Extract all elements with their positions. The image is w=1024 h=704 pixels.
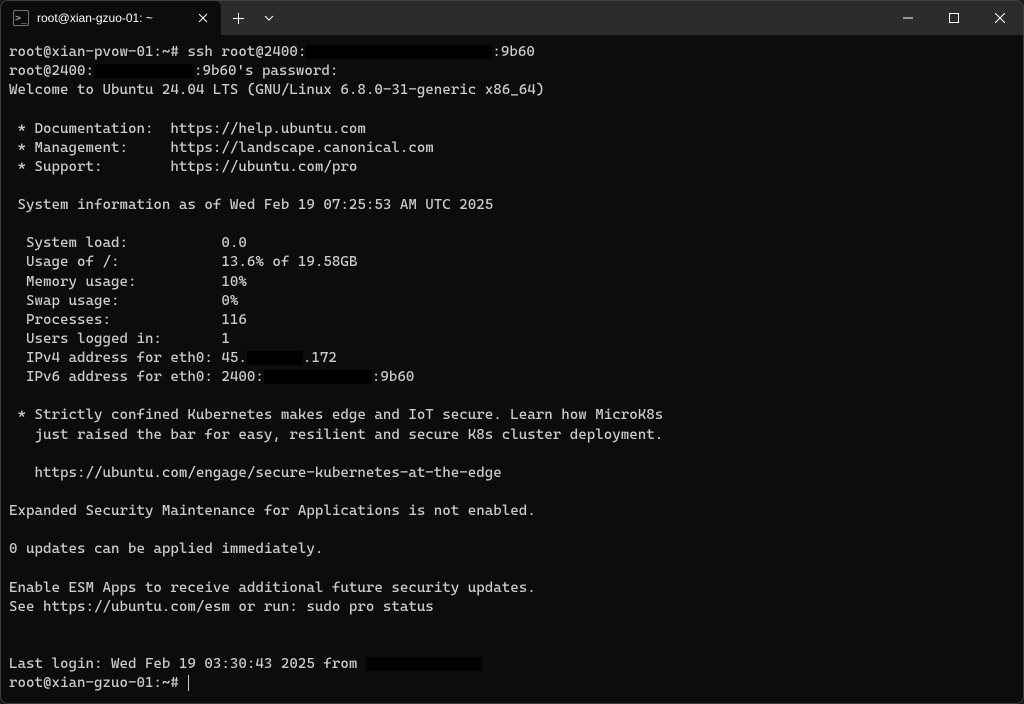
stat-procs: Processes: 116 (9, 312, 247, 328)
new-tab-button[interactable] (221, 1, 255, 35)
tab-active[interactable]: >_ root@xian-gzuo-01: ~ (1, 1, 221, 35)
redacted-ip (247, 351, 303, 365)
k8s-line-2: just raised the bar for easy, resilient … (9, 427, 663, 443)
prompt-line: root@xian-pvow-01:~# ssh root@2400::9b60 (9, 44, 535, 60)
stat-usage: Usage of /: 13.6% of 19.58GB (9, 254, 357, 270)
k8s-line-1: * Strictly confined Kubernetes makes edg… (9, 407, 663, 423)
stat-ipv4: IPv4 address for eth0: 45..172 (9, 350, 337, 366)
doc-link-line: * Documentation: https://help.ubuntu.com (9, 121, 366, 137)
stat-swap: Swap usage: 0% (9, 293, 238, 309)
tab-close-button[interactable] (195, 10, 211, 26)
sysinfo-header: System information as of Wed Feb 19 07:2… (9, 197, 493, 213)
tab-dropdown-button[interactable] (255, 1, 283, 35)
stat-ipv6: IPv6 address for eth0: 2400::9b60 (9, 369, 414, 385)
close-window-button[interactable] (977, 1, 1023, 35)
stat-load: System load: 0.0 (9, 235, 247, 251)
close-icon (995, 13, 1005, 23)
cursor (188, 675, 189, 691)
stat-mem: Memory usage: 10% (9, 274, 247, 290)
mgmt-link-line: * Management: https://landscape.canonica… (9, 140, 434, 156)
welcome-line: Welcome to Ubuntu 24.04 LTS (GNU/Linux 6… (9, 82, 544, 98)
redacted-ip (264, 370, 372, 384)
minimize-button[interactable] (885, 1, 931, 35)
esm-line: Expanded Security Maintenance for Applic… (9, 503, 536, 519)
minimize-icon (903, 13, 913, 23)
maximize-button[interactable] (931, 1, 977, 35)
esm-enable-1: Enable ESM Apps to receive additional fu… (9, 580, 536, 596)
terminal-window: >_ root@xian-gzuo-01: ~ (0, 0, 1024, 704)
titlebar-left: >_ root@xian-gzuo-01: ~ (1, 1, 283, 35)
close-icon (198, 13, 208, 23)
redacted-ip (94, 64, 194, 78)
maximize-icon (949, 13, 959, 23)
last-login-line: Last login: Wed Feb 19 03:30:43 2025 fro… (9, 656, 482, 672)
esm-enable-2: See https://ubuntu.com/esm or run: sudo … (9, 599, 434, 615)
support-link-line: * Support: https://ubuntu.com/pro (9, 159, 357, 175)
redacted-ip (366, 657, 482, 671)
redacted-ip (306, 45, 492, 59)
titlebar: >_ root@xian-gzuo-01: ~ (1, 1, 1023, 35)
plus-icon (233, 13, 244, 24)
tab-title: root@xian-gzuo-01: ~ (37, 11, 187, 25)
stat-users: Users logged in: 1 (9, 331, 230, 347)
terminal-icon: >_ (13, 10, 29, 26)
k8s-link: https://ubuntu.com/engage/secure-kuberne… (9, 465, 502, 481)
updates-line: 0 updates can be applied immediately. (9, 541, 323, 557)
chevron-down-icon (264, 15, 274, 21)
password-prompt-line: root@2400::9b60's password: (9, 63, 338, 79)
prompt-current: root@xian-gzuo-01:~# (9, 675, 189, 691)
window-controls (885, 1, 1023, 35)
terminal-output[interactable]: root@xian-pvow-01:~# ssh root@2400::9b60… (1, 35, 1023, 703)
